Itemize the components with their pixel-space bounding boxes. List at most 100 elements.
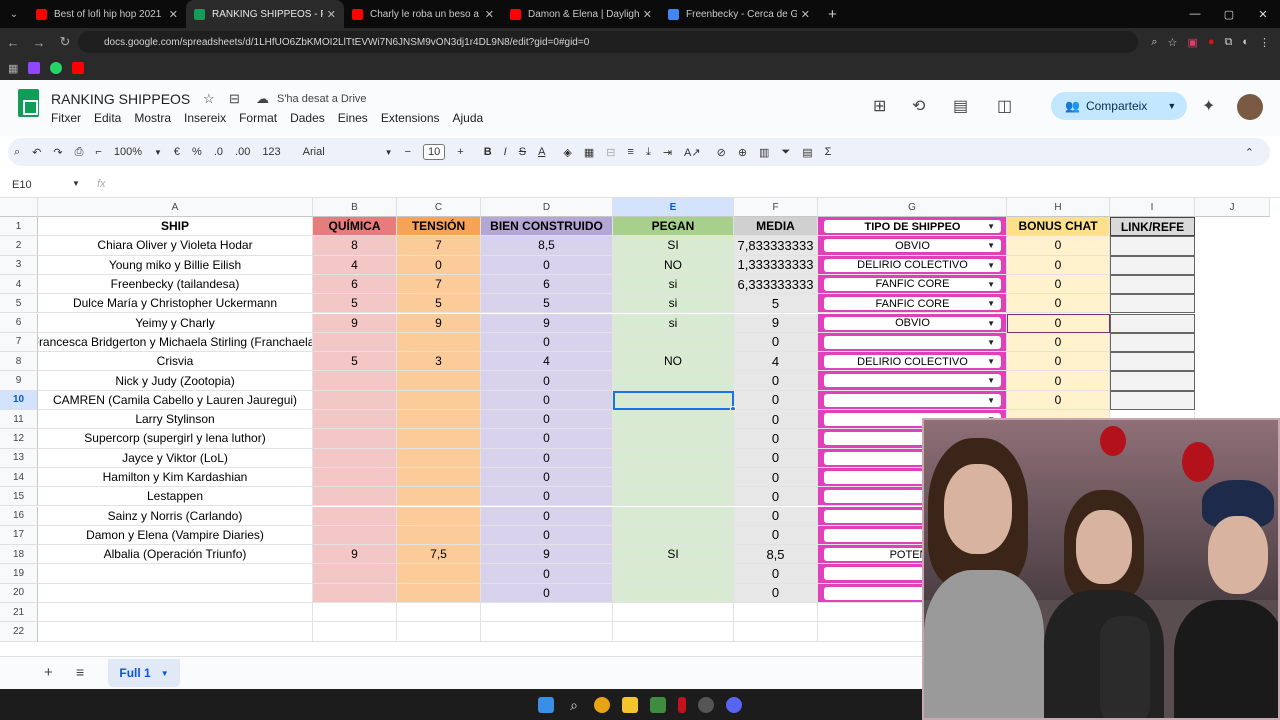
tipo-cell[interactable]: FANFIC CORE ▼: [818, 294, 1007, 314]
tipo-cell[interactable]: ▼: [818, 371, 1007, 391]
row-header[interactable]: 11: [0, 410, 38, 430]
pegan-cell[interactable]: [613, 429, 734, 449]
menu-tools[interactable]: Eines: [338, 111, 368, 125]
quimica-cell[interactable]: 4: [313, 255, 397, 275]
pegan-cell[interactable]: [613, 525, 734, 546]
row-header[interactable]: 21: [0, 603, 38, 623]
bien-construido-cell[interactable]: 0: [481, 371, 613, 391]
zoom-icon[interactable]: ⌕: [1151, 36, 1157, 49]
row-header[interactable]: 15: [0, 487, 38, 507]
tension-cell[interactable]: 5: [397, 294, 481, 314]
quimica-cell[interactable]: [313, 525, 397, 546]
header-ship[interactable]: SHIP: [38, 217, 313, 237]
menu-format[interactable]: Format: [239, 111, 277, 125]
back-icon[interactable]: ←: [0, 35, 26, 50]
link-cell[interactable]: [1110, 274, 1195, 295]
media-cell[interactable]: 0: [734, 525, 818, 546]
quimica-cell[interactable]: [313, 448, 397, 468]
row-header[interactable]: 16: [0, 506, 38, 526]
tension-cell[interactable]: [397, 583, 481, 603]
text-color-icon[interactable]: A: [538, 146, 545, 158]
row-header[interactable]: 7: [0, 332, 38, 353]
tipo-dropdown[interactable]: OBVIO ▼: [824, 316, 1001, 330]
media-cell[interactable]: 0: [734, 429, 818, 449]
reload-icon[interactable]: ↻: [52, 34, 78, 50]
tension-cell[interactable]: 7: [397, 274, 481, 295]
bonus-chat-cell[interactable]: 0: [1007, 390, 1110, 410]
tab-close-icon[interactable]: ✕: [801, 8, 810, 21]
browser-tab[interactable]: Best of lofi hip hop 2021 ✨ [b ✕: [28, 0, 186, 28]
tension-cell[interactable]: 3: [397, 352, 481, 372]
quimica-cell[interactable]: 9: [313, 313, 397, 333]
maximize-icon[interactable]: ▢: [1212, 0, 1246, 28]
header-pegan[interactable]: PEGAN: [613, 217, 734, 237]
bonus-chat-cell[interactable]: 0: [1007, 255, 1110, 275]
share-button[interactable]: 👥 Comparteix ▼: [1051, 92, 1187, 120]
quimica-cell[interactable]: [313, 332, 397, 353]
redo-icon[interactable]: ↷: [53, 146, 62, 159]
font-size-increase-icon[interactable]: +: [457, 146, 463, 158]
row-header[interactable]: 10: [0, 390, 38, 410]
tab-close-icon[interactable]: ✕: [169, 8, 178, 21]
currency-format-button[interactable]: €: [174, 146, 180, 158]
browser-menu-icon[interactable]: ⋮: [1259, 36, 1270, 49]
ship-cell[interactable]: Lestappen: [38, 487, 313, 507]
select-all-corner[interactable]: [0, 198, 38, 217]
quimica-cell[interactable]: 5: [313, 294, 397, 314]
app-icon[interactable]: [678, 696, 686, 713]
pegan-cell[interactable]: si: [613, 294, 734, 314]
pegan-cell[interactable]: [613, 506, 734, 526]
quimica-cell[interactable]: [313, 429, 397, 449]
bonus-chat-cell[interactable]: 0: [1007, 274, 1110, 295]
pegan-cell[interactable]: NO: [613, 352, 734, 372]
column-header-c[interactable]: C: [397, 198, 481, 217]
tipo-cell[interactable]: FANFIC CORE ▼: [818, 274, 1007, 295]
link-cell[interactable]: [1110, 332, 1195, 353]
pegan-cell[interactable]: [613, 332, 734, 353]
browser-tab[interactable]: Charly le roba un beso a Yeimy ✕: [344, 0, 502, 28]
present-mode-icon[interactable]: ⊞: [873, 96, 886, 116]
quimica-cell[interactable]: [313, 467, 397, 488]
row-header[interactable]: 17: [0, 525, 38, 546]
insert-chart-icon[interactable]: ▥: [759, 146, 769, 159]
tension-cell[interactable]: [397, 390, 481, 410]
tipo-cell[interactable]: OBVIO ▼: [818, 236, 1007, 256]
ship-cell[interactable]: [38, 583, 313, 603]
tipo-cell[interactable]: ▼: [818, 332, 1007, 353]
row-header[interactable]: 20: [0, 583, 38, 603]
chevron-down-icon[interactable]: ▼: [987, 239, 995, 252]
pegan-cell[interactable]: [613, 583, 734, 603]
bien-construido-cell[interactable]: 8,5: [481, 236, 613, 256]
tension-cell[interactable]: [397, 467, 481, 488]
profile-icon[interactable]: ◐: [1242, 36, 1249, 48]
row-header[interactable]: 13: [0, 448, 38, 468]
tension-cell[interactable]: [397, 410, 481, 430]
column-header-a[interactable]: A: [38, 198, 313, 217]
media-cell[interactable]: 0: [734, 506, 818, 526]
column-header-g[interactable]: G: [818, 198, 1007, 217]
pegan-cell[interactable]: si: [613, 274, 734, 295]
increase-decimal-button[interactable]: .00: [235, 146, 250, 158]
row-header[interactable]: 8: [0, 352, 38, 372]
tipo-dropdown[interactable]: ▼: [824, 393, 1001, 407]
quimica-cell[interactable]: 9: [313, 545, 397, 565]
column-header-j[interactable]: J: [1195, 198, 1270, 217]
row-header[interactable]: 9: [0, 371, 38, 391]
column-header-e[interactable]: E: [613, 198, 734, 217]
ship-cell[interactable]: [38, 564, 313, 584]
media-cell[interactable]: 0: [734, 448, 818, 468]
menu-edit[interactable]: Edita: [94, 111, 121, 125]
tension-cell[interactable]: 7,5: [397, 545, 481, 565]
number-format-button[interactable]: 123: [262, 146, 280, 158]
move-folder-icon[interactable]: ⊟: [229, 91, 240, 107]
tipo-dropdown[interactable]: ▼: [824, 335, 1001, 349]
italic-icon[interactable]: I: [504, 146, 507, 158]
media-cell[interactable]: 1,333333333: [734, 255, 818, 275]
media-cell[interactable]: 0: [734, 467, 818, 488]
media-cell[interactable]: [734, 622, 818, 642]
link-cell[interactable]: [1110, 255, 1195, 275]
ship-cell[interactable]: Crisvia: [38, 352, 313, 372]
column-header-h[interactable]: H: [1007, 198, 1110, 217]
media-cell[interactable]: 5: [734, 294, 818, 314]
bien-construido-cell[interactable]: 0: [481, 429, 613, 449]
